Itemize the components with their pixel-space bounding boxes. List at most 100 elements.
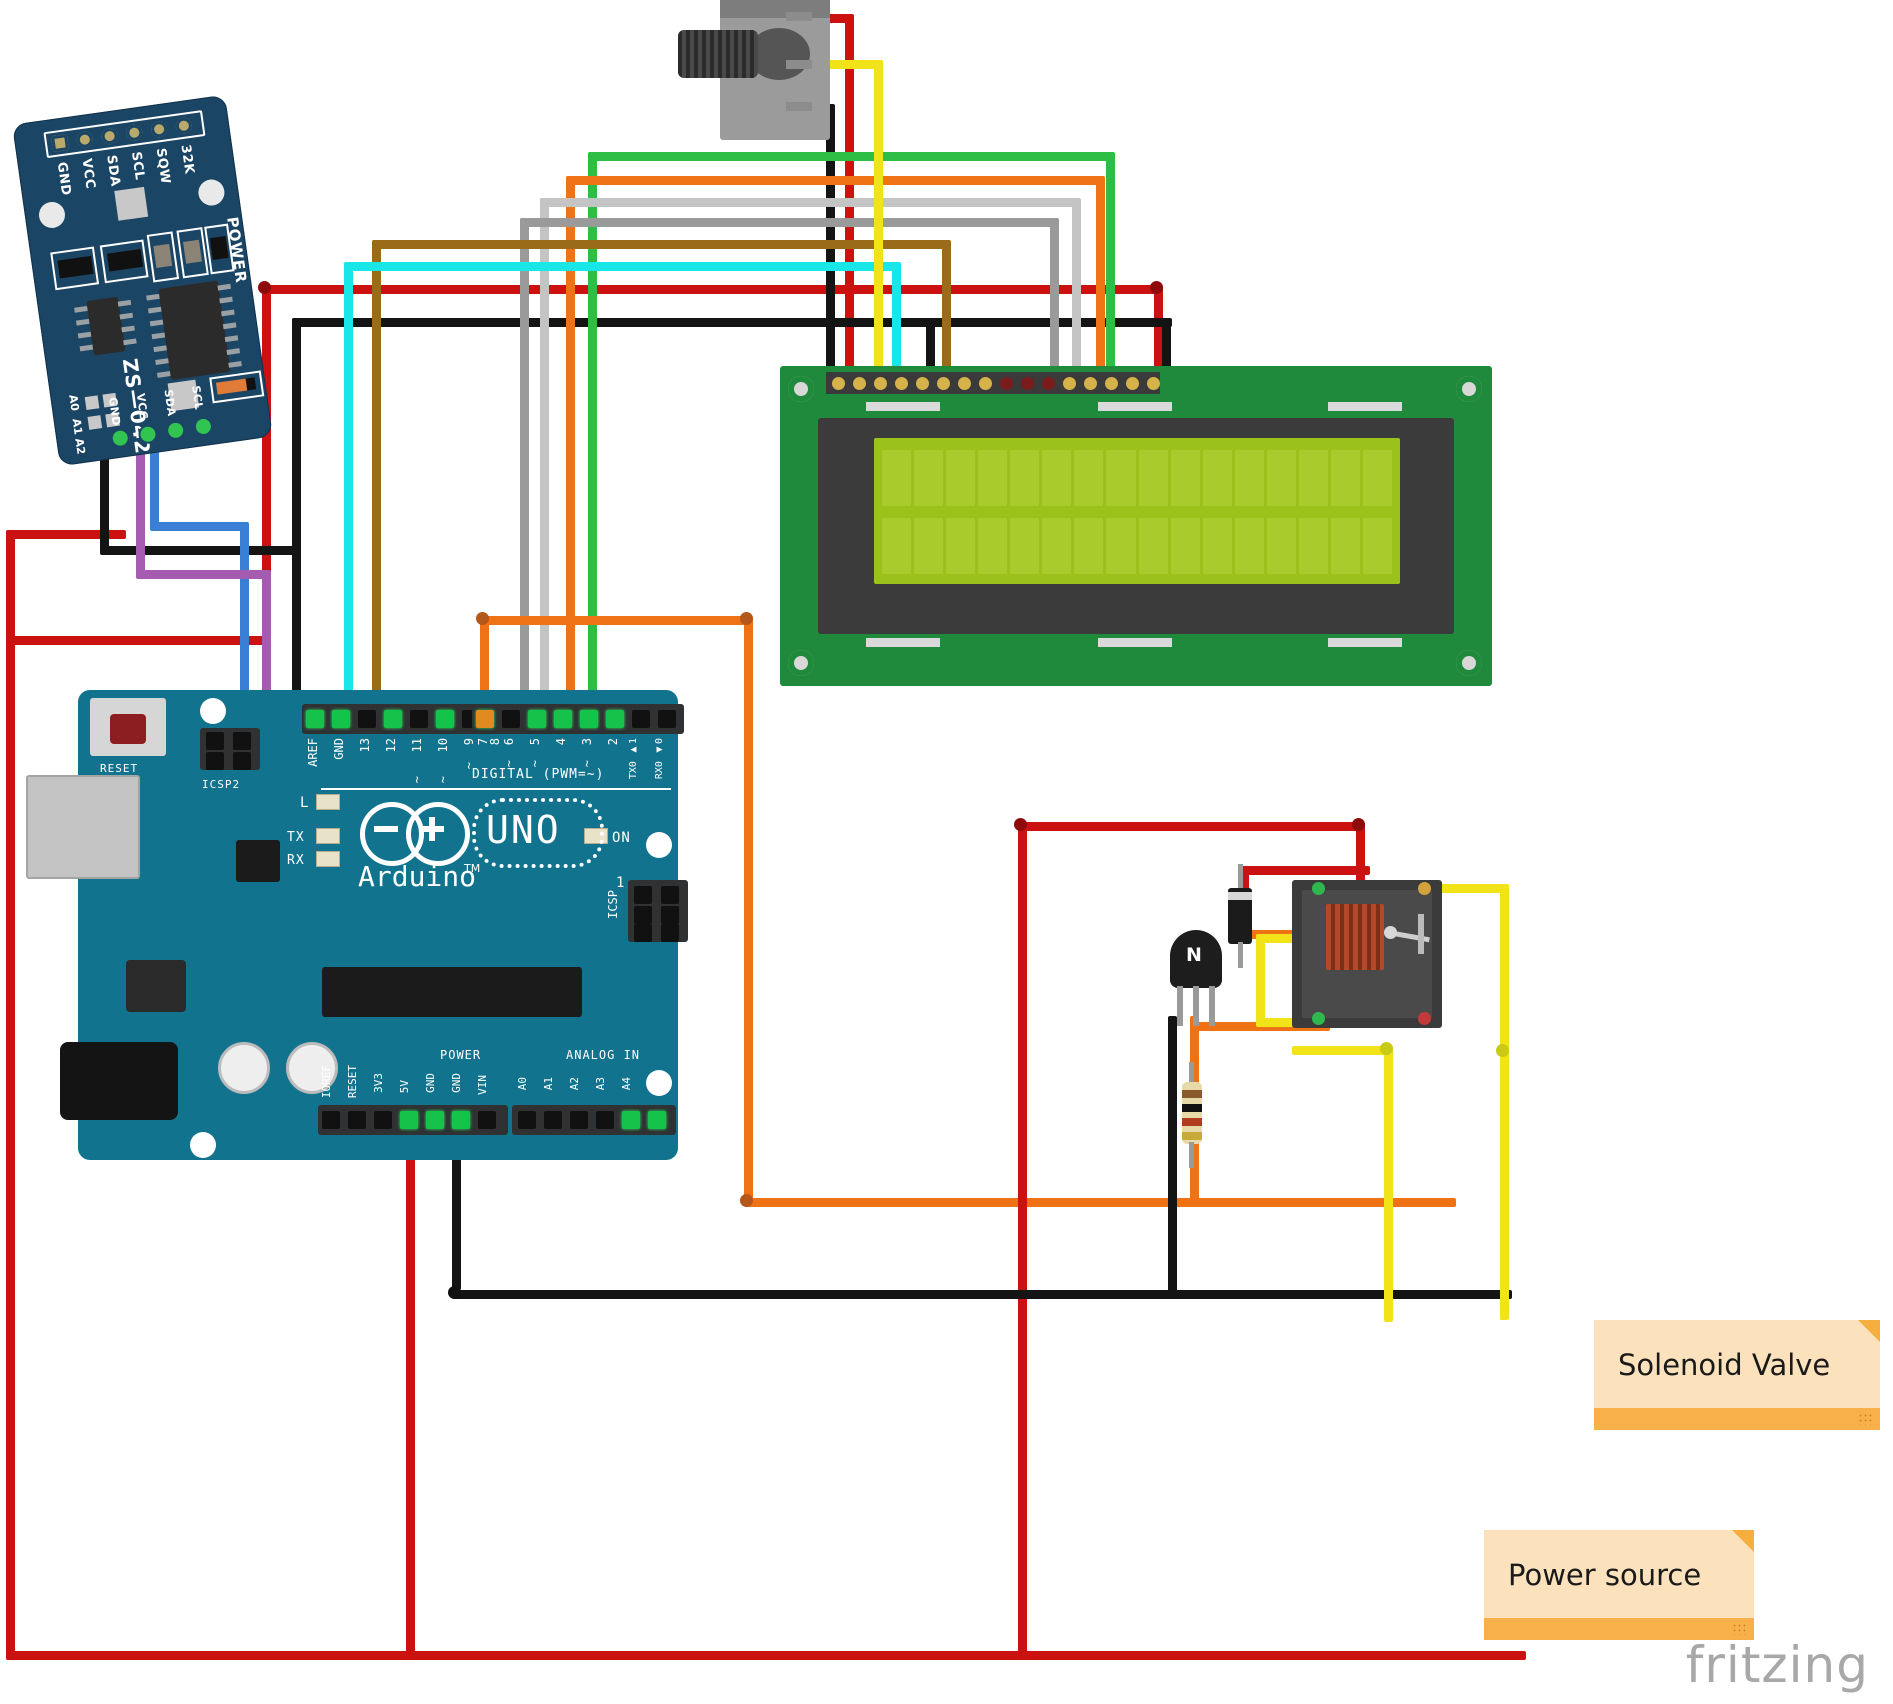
- pin-socket-aref[interactable]: [306, 710, 324, 728]
- lcd-pin[interactable]: [979, 377, 992, 390]
- pin-socket-gnd-1[interactable]: [426, 1111, 444, 1129]
- icsp-socket[interactable]: [661, 886, 679, 904]
- lcd-char-cell: [1330, 450, 1360, 506]
- pin-label-8: 8: [488, 738, 502, 746]
- rtc-module[interactable]: GND VCC SDA SCL SQW 32K POWER ZS—042 A0 …: [12, 94, 273, 467]
- lcd-pin[interactable]: [916, 377, 929, 390]
- lcd-char-cell: [978, 450, 1008, 506]
- electrolytic-cap-1: [218, 1042, 270, 1094]
- lcd-pin[interactable]: [1000, 377, 1013, 390]
- wire-black-left-down: [292, 318, 301, 708]
- icsp-socket[interactable]: [661, 906, 679, 924]
- base-resistor[interactable]: [1180, 1062, 1204, 1176]
- relay-terminal[interactable]: [1418, 1012, 1431, 1025]
- lcd-pin[interactable]: [853, 377, 866, 390]
- note-resize-bar[interactable]: [1594, 1408, 1880, 1430]
- lcd-row-1: [882, 450, 1392, 506]
- pin-socket-rx0[interactable]: [658, 710, 676, 728]
- wire-cap: [1352, 818, 1365, 831]
- lcd-1602[interactable]: [780, 366, 1492, 686]
- pin-socket-5v[interactable]: [400, 1111, 418, 1129]
- pin-socket-a3[interactable]: [596, 1111, 614, 1129]
- pin-socket-5[interactable]: [528, 710, 546, 728]
- icsp2-socket[interactable]: [233, 732, 251, 750]
- icsp2-label: ICSP2: [202, 778, 241, 791]
- pin-socket-11[interactable]: [410, 710, 428, 728]
- pin-label-4: 4: [554, 738, 568, 746]
- analog-caption: ANALOG IN: [566, 1048, 641, 1062]
- pin-socket-a0[interactable]: [518, 1111, 536, 1129]
- pin-socket-vin[interactable]: [478, 1111, 496, 1129]
- pin-socket-gnd-2[interactable]: [452, 1111, 470, 1129]
- pin-socket-ioref[interactable]: [322, 1111, 340, 1129]
- lcd-pin[interactable]: [874, 377, 887, 390]
- analog-label-a5: A5: [646, 1077, 659, 1091]
- pin-socket-12[interactable]: [384, 710, 402, 728]
- wire-black-gnd-h: [452, 1290, 1512, 1299]
- pin-socket-gnd[interactable]: [332, 710, 350, 728]
- usb-connector[interactable]: [26, 775, 140, 879]
- lcd-pin[interactable]: [1021, 377, 1034, 390]
- pin-socket-6[interactable]: [502, 710, 520, 728]
- icsp2-socket[interactable]: [206, 752, 224, 770]
- relay-module[interactable]: [1292, 880, 1442, 1028]
- pin-socket-2[interactable]: [606, 710, 624, 728]
- relay-terminal[interactable]: [1312, 882, 1325, 895]
- potentiometer[interactable]: [640, 0, 880, 145]
- relay-terminal[interactable]: [1312, 1012, 1325, 1025]
- pin-socket-3v3[interactable]: [374, 1111, 392, 1129]
- wire-orange-long-down: [744, 616, 753, 1206]
- pin-socket-a1[interactable]: [544, 1111, 562, 1129]
- note-grip-icon[interactable]: [1858, 1413, 1872, 1425]
- pin-socket-a2[interactable]: [570, 1111, 588, 1129]
- icsp-socket[interactable]: [634, 924, 652, 942]
- pin-socket-10[interactable]: [436, 710, 454, 728]
- relay-terminal[interactable]: [1418, 882, 1431, 895]
- lcd-pin[interactable]: [937, 377, 950, 390]
- pot-pin-2[interactable]: [786, 60, 812, 69]
- flyback-diode[interactable]: [1228, 864, 1254, 984]
- npn-transistor[interactable]: N: [1166, 930, 1226, 1026]
- icsp2-socket[interactable]: [206, 732, 224, 750]
- lcd-pin[interactable]: [1084, 377, 1097, 390]
- pot-pin-1[interactable]: [786, 12, 812, 21]
- pot-pin-3[interactable]: [786, 102, 812, 111]
- transistor-leg[interactable]: [1209, 986, 1215, 1026]
- lcd-pin[interactable]: [1105, 377, 1118, 390]
- lcd-pin[interactable]: [1042, 377, 1055, 390]
- note-grip-icon[interactable]: [1732, 1623, 1746, 1635]
- power-source-note[interactable]: Power source: [1484, 1530, 1754, 1640]
- lcd-char-cell: [882, 518, 912, 574]
- arduino-uno[interactable]: RESET ICSP2 AREF GND 13 12 11 10 9 8 ~ ~…: [26, 690, 688, 1160]
- lcd-pin[interactable]: [832, 377, 845, 390]
- icsp-socket[interactable]: [634, 886, 652, 904]
- rtc-pad-gnd[interactable]: [51, 134, 70, 153]
- pin-socket-a4[interactable]: [622, 1111, 640, 1129]
- pin-socket-reset[interactable]: [348, 1111, 366, 1129]
- reset-switch[interactable]: [90, 698, 166, 756]
- pot-knob[interactable]: [678, 30, 758, 78]
- lcd-pin[interactable]: [958, 377, 971, 390]
- lcd-pin[interactable]: [1126, 377, 1139, 390]
- barrel-jack[interactable]: [60, 1042, 178, 1120]
- pin-socket-a5[interactable]: [648, 1111, 666, 1129]
- icsp-socket[interactable]: [634, 906, 652, 924]
- pin-socket-4[interactable]: [554, 710, 572, 728]
- lcd-pin[interactable]: [1063, 377, 1076, 390]
- transistor-leg[interactable]: [1193, 986, 1199, 1026]
- solenoid-valve-note[interactable]: Solenoid Valve: [1594, 1320, 1880, 1430]
- rtc-smd-3: [153, 243, 173, 268]
- power-source-note-text: Power source: [1508, 1558, 1702, 1592]
- icsp-socket[interactable]: [661, 924, 679, 942]
- icsp2-socket[interactable]: [233, 752, 251, 770]
- lcd-char-cell: [1266, 450, 1296, 506]
- reset-button[interactable]: [110, 714, 146, 744]
- pin-socket-7[interactable]: [476, 710, 494, 728]
- lcd-pin[interactable]: [1147, 377, 1160, 390]
- pin-socket-tx1[interactable]: [632, 710, 650, 728]
- lcd-char-cell: [1298, 450, 1328, 506]
- pin-socket-13[interactable]: [358, 710, 376, 728]
- lcd-pin[interactable]: [895, 377, 908, 390]
- pin-socket-3[interactable]: [580, 710, 598, 728]
- transistor-leg[interactable]: [1177, 986, 1183, 1026]
